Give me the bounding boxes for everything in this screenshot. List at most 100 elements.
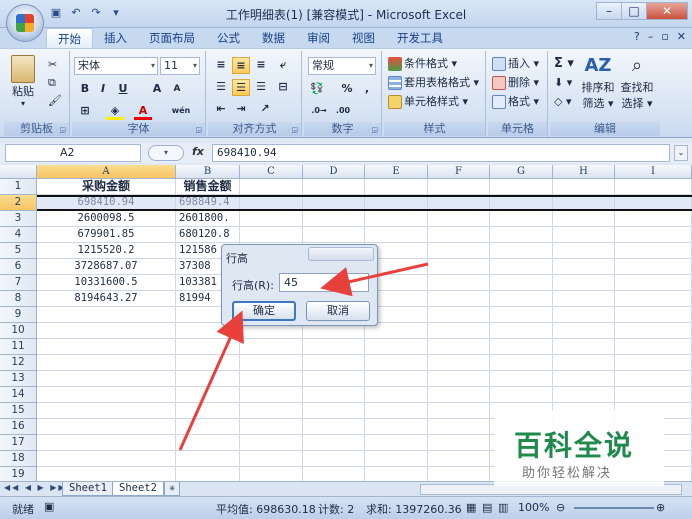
- bold-button[interactable]: B: [76, 81, 94, 98]
- format-as-table-button[interactable]: 套用表格格式 ▾: [388, 75, 479, 91]
- wrap-text-icon[interactable]: ⤶: [274, 57, 292, 74]
- select-all-corner[interactable]: [0, 165, 37, 179]
- tab-page-layout[interactable]: 页面布局: [138, 28, 206, 48]
- number-format-select[interactable]: 常规 ▾: [308, 57, 376, 75]
- cell-e19[interactable]: [365, 467, 428, 481]
- cell-i12[interactable]: [615, 355, 692, 371]
- ok-button[interactable]: 确定: [232, 301, 296, 321]
- cell-b4[interactable]: 680120.8: [176, 227, 240, 243]
- column-header-i[interactable]: I: [615, 165, 692, 179]
- row-header-8[interactable]: 8: [0, 291, 37, 307]
- cell-g10[interactable]: [490, 323, 553, 339]
- row-header-13[interactable]: 13: [0, 371, 37, 387]
- cell-b13[interactable]: [176, 371, 240, 387]
- cell-g12[interactable]: [490, 355, 553, 371]
- cell-h11[interactable]: [553, 339, 615, 355]
- cell-h7[interactable]: [553, 275, 615, 291]
- cell-a14[interactable]: [37, 387, 176, 403]
- align-middle-icon[interactable]: ≡: [232, 57, 250, 74]
- cell-b1[interactable]: 销售金额: [176, 179, 240, 195]
- row-header-15[interactable]: 15: [0, 403, 37, 419]
- align-left-icon[interactable]: ☰: [212, 79, 230, 96]
- cell-b11[interactable]: [176, 339, 240, 355]
- cell-i10[interactable]: [615, 323, 692, 339]
- cell-f13[interactable]: [428, 371, 490, 387]
- font-size-select[interactable]: 11 ▾: [160, 57, 200, 75]
- cell-c4[interactable]: [240, 227, 303, 243]
- cell-a7[interactable]: 10331600.5: [37, 275, 176, 291]
- column-header-b[interactable]: B: [176, 165, 240, 179]
- column-header-g[interactable]: G: [490, 165, 553, 179]
- format-painter-icon[interactable]: 🖌: [48, 93, 62, 109]
- cell-c15[interactable]: [240, 403, 303, 419]
- cell-c12[interactable]: [240, 355, 303, 371]
- cell-g5[interactable]: [490, 243, 553, 259]
- copy-icon[interactable]: ⧉: [48, 75, 56, 91]
- column-header-e[interactable]: E: [365, 165, 428, 179]
- decrease-indent-icon[interactable]: ⇤: [212, 101, 230, 118]
- cell-a17[interactable]: [37, 435, 176, 451]
- cell-d17[interactable]: [303, 435, 365, 451]
- underline-button[interactable]: U: [114, 81, 132, 98]
- cell-e15[interactable]: [365, 403, 428, 419]
- cell-h9[interactable]: [553, 307, 615, 323]
- view-layout-icon[interactable]: ▤: [482, 501, 492, 514]
- cell-c18[interactable]: [240, 451, 303, 467]
- cell-f8[interactable]: [428, 291, 490, 307]
- cell-a11[interactable]: [37, 339, 176, 355]
- cell-a6[interactable]: 3728687.07: [37, 259, 176, 275]
- alignment-launcher-icon[interactable]: ◲: [291, 126, 298, 134]
- cell-a18[interactable]: [37, 451, 176, 467]
- tab-formulas[interactable]: 公式: [206, 28, 251, 48]
- align-right-icon[interactable]: ☰: [252, 79, 270, 96]
- fx-icon[interactable]: fx: [192, 145, 204, 158]
- cell-c14[interactable]: [240, 387, 303, 403]
- minimize-button[interactable]: –: [596, 2, 622, 20]
- cell-f1[interactable]: [428, 179, 490, 195]
- phonetic-button[interactable]: wén: [168, 103, 194, 120]
- cell-c3[interactable]: [240, 211, 303, 227]
- cell-f14[interactable]: [428, 387, 490, 403]
- row-header-18[interactable]: 18: [0, 451, 37, 467]
- cell-a16[interactable]: [37, 419, 176, 435]
- expand-formula-bar-icon[interactable]: ⌄: [674, 145, 688, 161]
- decrease-decimal-icon[interactable]: .00: [332, 103, 354, 120]
- cell-b15[interactable]: [176, 403, 240, 419]
- row-header-7[interactable]: 7: [0, 275, 37, 291]
- cell-f9[interactable]: [428, 307, 490, 323]
- cell-d19[interactable]: [303, 467, 365, 481]
- cell-f7[interactable]: [428, 275, 490, 291]
- cell-styles-button[interactable]: 单元格样式 ▾: [388, 94, 468, 110]
- font-launcher-icon[interactable]: ◲: [195, 126, 202, 134]
- cell-i4[interactable]: [615, 227, 692, 243]
- currency-icon[interactable]: 💱: [308, 81, 326, 98]
- cell-d14[interactable]: [303, 387, 365, 403]
- cell-e11[interactable]: [365, 339, 428, 355]
- cell-h8[interactable]: [553, 291, 615, 307]
- row-header-14[interactable]: 14: [0, 387, 37, 403]
- sort-filter-button[interactable]: AZ 排序和 筛选 ▾: [580, 55, 616, 111]
- cell-c16[interactable]: [240, 419, 303, 435]
- cell-a8[interactable]: 8194643.27: [37, 291, 176, 307]
- increase-indent-icon[interactable]: ⇥: [232, 101, 250, 118]
- cell-c13[interactable]: [240, 371, 303, 387]
- row-header-10[interactable]: 10: [0, 323, 37, 339]
- cell-c19[interactable]: [240, 467, 303, 481]
- formula-input[interactable]: 698410.94: [212, 144, 670, 162]
- italic-button[interactable]: I: [94, 81, 112, 98]
- cell-d18[interactable]: [303, 451, 365, 467]
- cell-b3[interactable]: 2601800.: [176, 211, 240, 227]
- cell-f19[interactable]: [428, 467, 490, 481]
- cell-f5[interactable]: [428, 243, 490, 259]
- fill-color-icon[interactable]: ◈: [106, 103, 124, 120]
- row-header-11[interactable]: 11: [0, 339, 37, 355]
- row-header-12[interactable]: 12: [0, 355, 37, 371]
- cell-f3[interactable]: [428, 211, 490, 227]
- row-height-input[interactable]: 45: [279, 273, 369, 292]
- cell-i9[interactable]: [615, 307, 692, 323]
- ribbon-minimize-icon[interactable]: –: [648, 30, 654, 43]
- cell-b17[interactable]: [176, 435, 240, 451]
- zoom-slider[interactable]: [574, 507, 654, 509]
- grow-font-button[interactable]: A: [148, 81, 166, 98]
- format-button[interactable]: 格式 ▾: [492, 94, 539, 110]
